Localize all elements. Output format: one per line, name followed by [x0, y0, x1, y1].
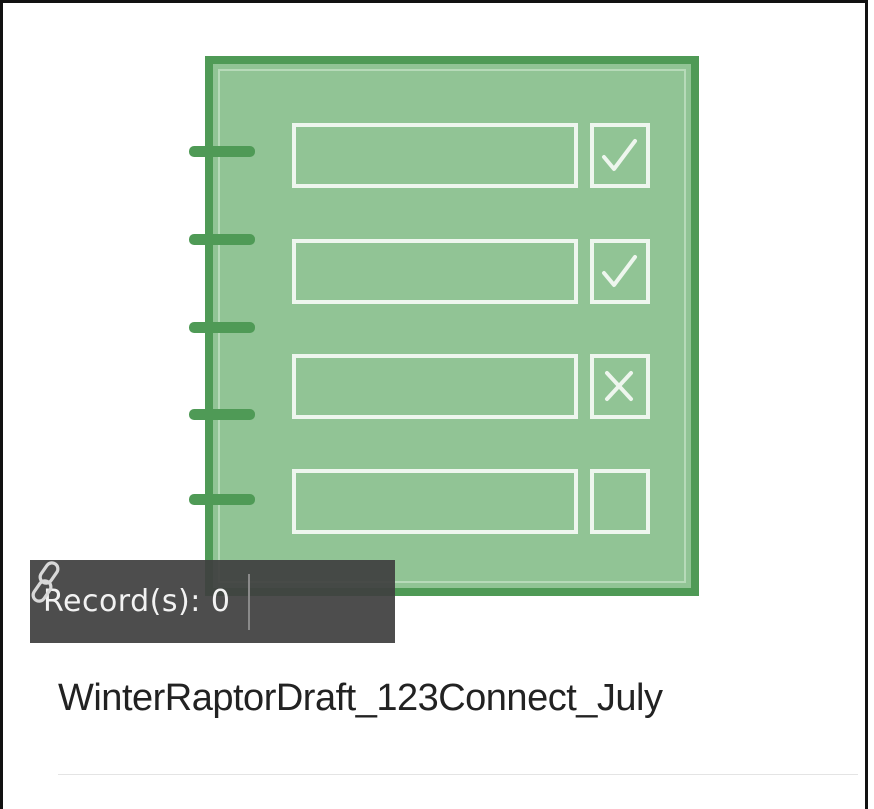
record-count-overlay: Record(s): 0 [30, 560, 395, 643]
item-thumbnail[interactable]: Record(s): 0 [3, 3, 871, 653]
survey-form-icon [189, 56, 699, 596]
overlay-divider [248, 573, 251, 630]
item-card[interactable]: Record(s): 0 WinterRaptorDraft_123Connec… [0, 0, 868, 809]
link-icon[interactable] [31, 561, 310, 626]
record-count-label: Record(s): 0 [43, 584, 231, 619]
card-divider [58, 774, 858, 775]
item-title[interactable]: WinterRaptorDraft_123Connect_July [58, 677, 663, 720]
